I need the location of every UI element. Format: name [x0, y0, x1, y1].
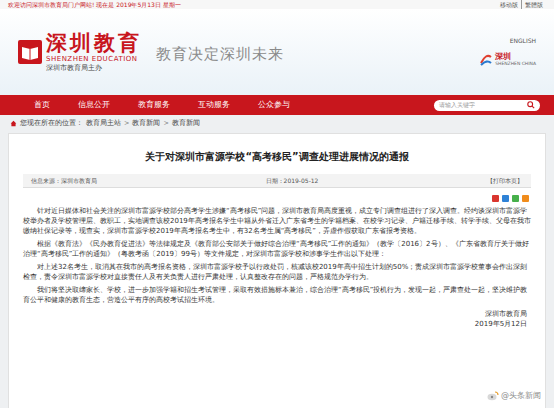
- brand-title: 深圳教育: [46, 31, 142, 55]
- info-bar: 信息来源：深圳市教育局 日期：2019-05-12 【打印本页】: [23, 174, 531, 188]
- breadcrumb-item[interactable]: 教育局主站: [86, 119, 121, 128]
- book-logo-icon: [18, 40, 42, 64]
- nav-bar: 首页信息公开教育服务互动服务公众参与 请输入关键字: [0, 95, 554, 115]
- wechat-share-icon[interactable]: [512, 195, 519, 202]
- nav-item[interactable]: 公众参与: [244, 95, 304, 115]
- article-date: 日期：2019-05-12: [266, 176, 319, 185]
- breadcrumb-item[interactable]: 教育新闻: [132, 119, 160, 128]
- english-link[interactable]: ENGLISH: [510, 37, 536, 44]
- city-swirl-icon: [479, 53, 493, 67]
- signature: 深圳市教育局2019年5月12日: [23, 309, 531, 329]
- article-paragraph: 根据《教育法》《民办教育促进法》等法律规定及《教育部公安部关于做好综合治理“高考…: [23, 239, 531, 259]
- search-field[interactable]: 请输入关键字: [434, 100, 540, 111]
- article-title: 关于对深圳市富源学校“高考移民”调查处理进展情况的通报: [23, 150, 531, 164]
- more-share-icon[interactable]: [522, 195, 529, 202]
- city-name: 深圳: [495, 52, 536, 61]
- welcome-text: 欢迎访问深圳市教育局门户网站! 现在是 2019年5月13日 星期一: [8, 0, 181, 9]
- nav-item[interactable]: 教育服务: [124, 95, 184, 115]
- nav-item[interactable]: 信息公开: [64, 95, 124, 115]
- header-right: ENGLISH 深圳SHENZHEN CHINA: [479, 37, 536, 67]
- city-text: 深圳SHENZHEN CHINA: [495, 52, 536, 67]
- site-logo[interactable]: 深圳教育SHENZHEN EDUCATION深圳市教育局主办: [18, 31, 142, 73]
- brand-block: 深圳教育SHENZHEN EDUCATION深圳市教育局主办: [46, 31, 142, 73]
- article-source: 信息来源：深圳市教育局: [31, 176, 97, 185]
- article-panel: 关于对深圳市富源学校“高考移民”调查处理进展情况的通报信息来源：深圳市教育局 日期…: [8, 133, 546, 408]
- article-paragraph: 对上述32名考生，取消其在我市的高考报名资格，深圳市富源学校予以行政处罚，核减该…: [23, 262, 531, 282]
- nav-items: 首页信息公开教育服务互动服务公众参与: [20, 95, 304, 115]
- brand-english: SHENZHEN EDUCATION: [46, 55, 142, 64]
- signature-org: 深圳市教育局: [23, 309, 527, 319]
- slogan: 教育决定深圳未来: [156, 45, 284, 64]
- breadcrumb-item[interactable]: 教育新闻: [172, 119, 200, 128]
- sponsor-text: 深圳市教育局主办: [46, 64, 142, 73]
- breadcrumb-prefix: 您现在所在的位置：: [20, 119, 83, 128]
- signature-date: 2019年5月12日: [23, 319, 527, 329]
- header: 深圳教育SHENZHEN EDUCATION深圳市教育局主办教育决定深圳未来EN…: [0, 9, 554, 95]
- top-bar: 欢迎访问深圳市教育局门户网站! 现在是 2019年5月13日 星期一 移动版繁體版: [0, 0, 554, 9]
- share-bar: [23, 188, 531, 206]
- search-icon[interactable]: [527, 101, 535, 109]
- home-icon: [10, 120, 17, 127]
- article-body: 针对近日媒体和社会关注的深圳市富源学校部分高考学生涉嫌“高考移民”问题，深圳市教…: [23, 206, 531, 329]
- city-logo: 深圳SHENZHEN CHINA: [479, 52, 536, 67]
- top-link[interactable]: 移动版: [497, 0, 521, 9]
- nav-item[interactable]: 互动服务: [184, 95, 244, 115]
- watermark-text: @头条新闻: [501, 390, 541, 401]
- article-paragraph: 我们将坚决取缔家长、学校，进一步加强学籍和招生考试管理，采取有效措施标本兼治，综…: [23, 285, 531, 305]
- qq-share-icon[interactable]: [502, 195, 509, 202]
- breadcrumb: 您现在所在的位置：教育局主站>教育新闻>教育新闻: [0, 115, 554, 131]
- page: 欢迎访问深圳市教育局门户网站! 现在是 2019年5月13日 星期一 移动版繁體版…: [0, 0, 554, 408]
- breadcrumb-separator: >: [124, 119, 129, 127]
- nav-item[interactable]: 首页: [20, 95, 64, 115]
- top-links: 移动版繁體版: [497, 0, 546, 9]
- city-name-english: SHENZHEN CHINA: [495, 61, 536, 67]
- search-placeholder: 请输入关键字: [439, 101, 475, 110]
- article-paragraph: 针对近日媒体和社会关注的深圳市富源学校部分高考学生涉嫌“高考移民”问题，深圳市教…: [23, 206, 531, 236]
- weibo-share-icon[interactable]: [492, 195, 499, 202]
- breadcrumb-separator: >: [163, 119, 168, 127]
- watermark: @头条新闻: [484, 389, 544, 402]
- top-link[interactable]: 繁體版: [521, 0, 546, 9]
- print-link[interactable]: 【打印本页】: [487, 176, 523, 185]
- weibo-icon: [487, 391, 499, 401]
